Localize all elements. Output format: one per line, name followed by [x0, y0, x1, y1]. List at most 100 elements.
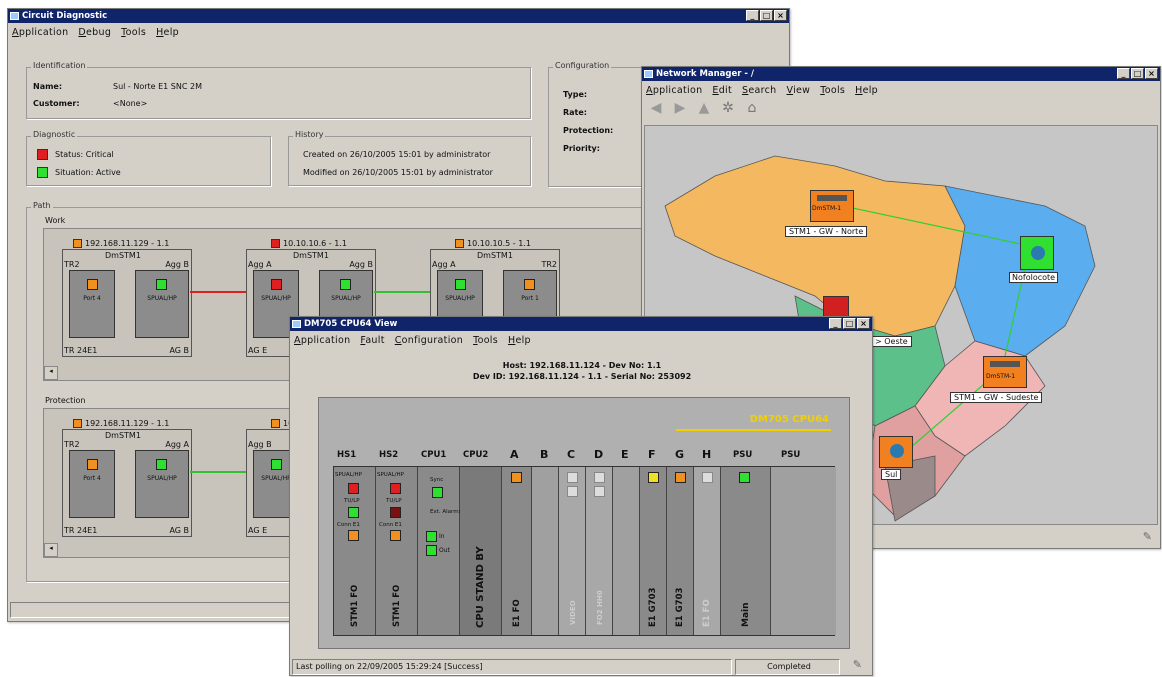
slot-psu-main[interactable]: Main — [721, 467, 771, 635]
node-ip: 192.168.11.129 - 1.1 — [85, 419, 170, 428]
slot-g[interactable]: E1 G703 — [667, 467, 694, 635]
slot-hs1[interactable]: SPUAL/HP TU/LP Conn E1 STM1 FO — [334, 467, 376, 635]
window-title: Circuit Diagnostic — [22, 11, 108, 21]
slot-hs2[interactable]: SPUAL/HP TU/LP Conn E1 STM1 FO — [376, 467, 418, 635]
home-icon[interactable]: ⌂ — [742, 100, 762, 120]
slot-vlabel: VIDEO — [569, 600, 577, 625]
scroll-left-icon[interactable]: ◂ — [44, 366, 58, 380]
slot-psu-2[interactable] — [771, 467, 836, 635]
prot-node-1[interactable]: 192.168.11.129 - 1.1 DmSTM1 TR2 Agg A Po… — [62, 419, 192, 537]
menu-tools[interactable]: Tools — [473, 335, 498, 346]
globe-icon — [1031, 246, 1045, 260]
slot-b[interactable] — [532, 467, 559, 635]
menu-help[interactable]: Help — [508, 335, 531, 346]
menu-edit[interactable]: Edit — [712, 85, 732, 96]
node-nordeste[interactable] — [1020, 236, 1054, 270]
menu-tools[interactable]: Tools — [820, 85, 845, 96]
slot-h[interactable]: E1 FO — [694, 467, 721, 635]
maximize-icon[interactable]: □ — [843, 318, 856, 329]
link-label-sudeste[interactable]: STM1 - GW - Sudeste — [950, 392, 1043, 403]
maximize-icon[interactable]: □ — [760, 10, 773, 21]
slot-header: D — [594, 448, 604, 461]
spu-card[interactable]: SPUAL/HP — [135, 270, 189, 338]
maximize-icon[interactable]: □ — [1131, 68, 1144, 79]
menu-application[interactable]: Application — [12, 27, 68, 38]
menu-help[interactable]: Help — [156, 27, 179, 38]
name-label: Name: — [33, 82, 63, 91]
slot-text: Conn E1 — [337, 522, 360, 528]
network-icon[interactable]: ✲ — [718, 100, 738, 120]
slot-d[interactable]: FO2 HH0 — [586, 467, 613, 635]
menu-fault[interactable]: Fault — [360, 335, 384, 346]
led — [567, 486, 578, 497]
slot-header: CPU1 — [421, 450, 447, 460]
close-icon[interactable]: × — [774, 10, 787, 21]
node-sul[interactable] — [879, 436, 913, 468]
node-dmstm-sudeste[interactable]: DmSTM-1 — [983, 356, 1027, 388]
node-footer-left: TR 24E1 — [64, 526, 98, 535]
slot-c[interactable]: VIDEO — [559, 467, 586, 635]
menu-application[interactable]: Application — [294, 335, 350, 346]
port-card[interactable]: Port 4 — [69, 270, 115, 338]
cpu-menubar: Application Fault Configuration Tools He… — [290, 331, 872, 349]
customer-value: <None> — [113, 99, 148, 108]
minimize-icon[interactable]: _ — [1117, 68, 1130, 79]
node-state-icon — [73, 239, 82, 248]
link-label-norte[interactable]: STM1 - GW - Norte — [785, 226, 868, 237]
spu-led — [271, 279, 282, 290]
situation-active-icon — [37, 167, 48, 178]
slot-a[interactable]: E1 FO — [502, 467, 532, 635]
slot-cpu2[interactable]: CPU STAND BY — [460, 467, 502, 635]
spu-card[interactable]: SPUAL/HP — [135, 450, 189, 518]
device-icon — [817, 195, 847, 201]
slot-header: PSU — [733, 450, 753, 460]
pencil-icon[interactable]: ✎ — [853, 658, 862, 671]
led — [511, 472, 522, 483]
led — [348, 530, 359, 541]
card-label: SPUAL/HP — [147, 295, 177, 302]
circuit-title-bar[interactable]: Circuit Diagnostic _ □ × — [8, 9, 789, 23]
forward-icon[interactable]: ▶ — [670, 100, 690, 120]
close-icon[interactable]: × — [1145, 68, 1158, 79]
slot-f[interactable]: E1 G703 — [640, 467, 667, 635]
node-ip: 10.10.10.6 - 1.1 — [283, 239, 347, 248]
led — [348, 483, 359, 494]
protection-label: Protection: — [563, 126, 614, 135]
slot-header: CPU2 — [463, 450, 489, 460]
link-ok — [374, 291, 430, 293]
minimize-icon[interactable]: _ — [829, 318, 842, 329]
slot-cpu1[interactable]: Sync Ext. Alarms In Out — [418, 467, 461, 635]
port-card[interactable]: Port 4 — [69, 450, 115, 518]
link-label-oeste[interactable]: > Oeste — [871, 336, 912, 347]
menu-search[interactable]: Search — [742, 85, 776, 96]
menu-tools[interactable]: Tools — [121, 27, 146, 38]
work-node-1[interactable]: 192.168.11.129 - 1.1 DmSTM1 TR2 Agg B Po… — [62, 239, 192, 357]
slot-e[interactable] — [613, 467, 640, 635]
slot-vlabel: CPU STAND BY — [475, 546, 486, 628]
scroll-left-icon[interactable]: ◂ — [44, 543, 58, 557]
menu-help[interactable]: Help — [855, 85, 878, 96]
node-label: Nofolocote — [1009, 272, 1059, 283]
up-icon[interactable]: ▲ — [694, 100, 714, 120]
node-dmstm-norte[interactable]: DmSTM-1 — [810, 190, 854, 222]
situation-text: Situation: Active — [55, 168, 121, 177]
menu-debug[interactable]: Debug — [78, 27, 111, 38]
led — [348, 507, 359, 518]
back-icon[interactable]: ◀ — [646, 100, 666, 120]
node-left-label: TR2 — [64, 260, 80, 269]
menu-application[interactable]: Application — [646, 85, 702, 96]
cpu-title-bar[interactable]: DM705 CPU64 View _ □ × — [290, 317, 872, 331]
led — [702, 472, 713, 483]
network-title-bar[interactable]: Network Manager - / _ □ × — [642, 67, 1160, 81]
pencil-icon[interactable]: ✎ — [1143, 530, 1152, 544]
node-right-label: Agg B — [349, 260, 373, 269]
link-ok — [190, 471, 246, 473]
menu-configuration[interactable]: Configuration — [395, 335, 463, 346]
slot-rack: SPUAL/HP TU/LP Conn E1 STM1 FO SPUAL/HP … — [333, 466, 836, 636]
node-label: DmSTM-1 — [986, 373, 1016, 380]
minimize-icon[interactable]: _ — [746, 10, 759, 21]
card-label: Port 4 — [83, 295, 101, 302]
close-icon[interactable]: × — [857, 318, 870, 329]
menu-view[interactable]: View — [786, 85, 810, 96]
node-footer-right: AG B — [169, 346, 189, 355]
